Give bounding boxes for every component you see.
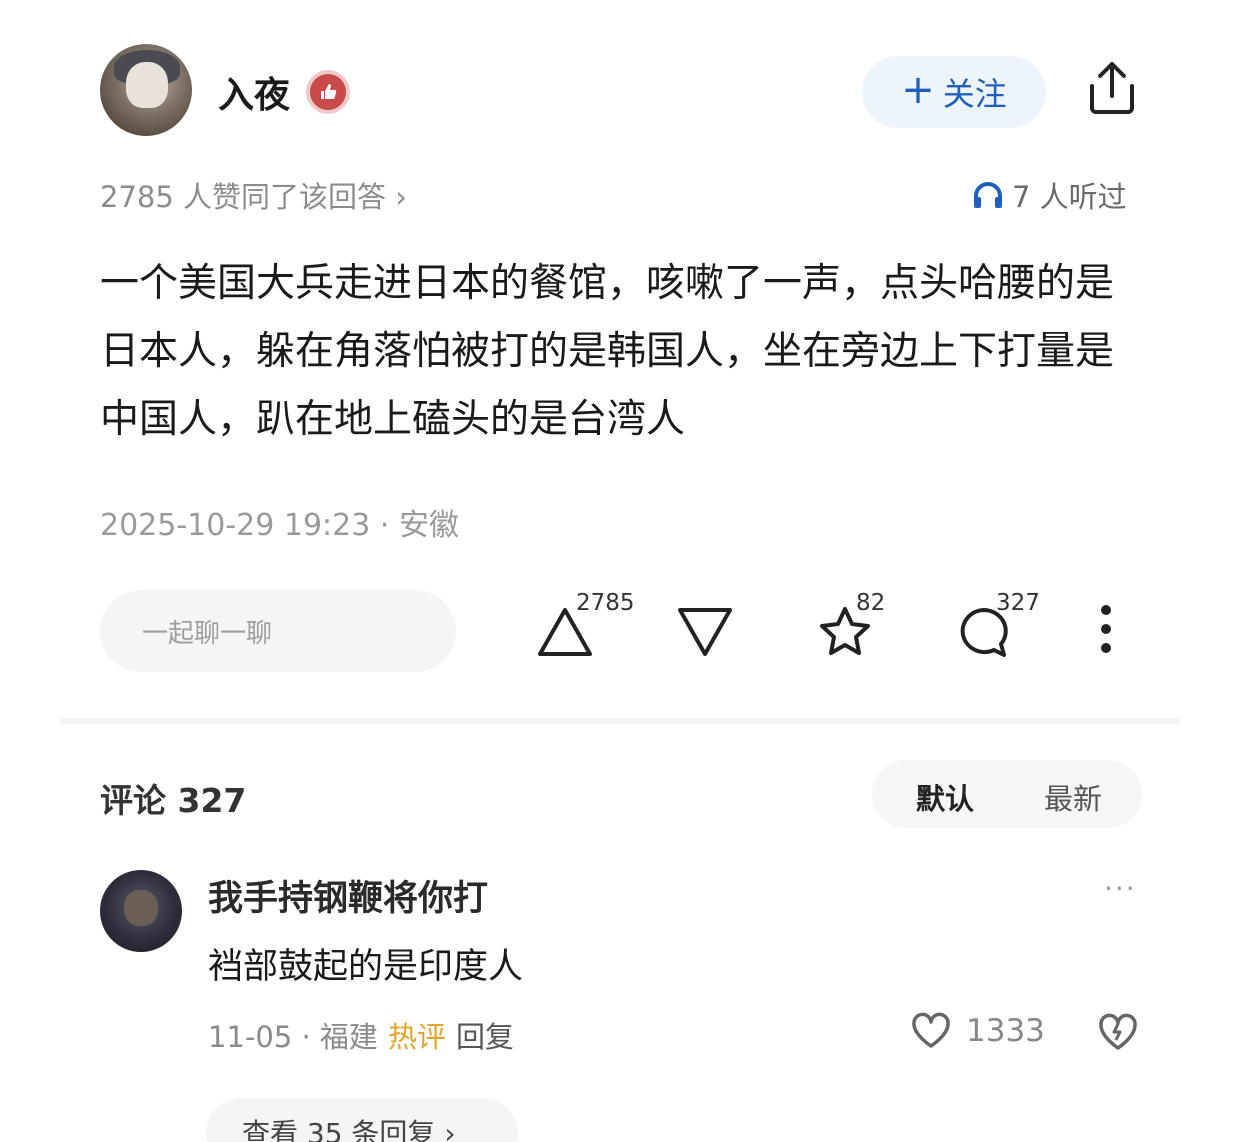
comment-date-location: 11-05 · 福建	[208, 1020, 378, 1054]
comment-username[interactable]: 我手持钢鞭将你打	[208, 870, 488, 921]
post-meta: 2025-10-29 19:23 · 安徽	[100, 508, 459, 543]
headphone-icon	[974, 182, 1002, 208]
sort-default-tab[interactable]: 默认	[916, 776, 974, 818]
reply-button[interactable]: 回复	[456, 1014, 514, 1056]
view-replies-button[interactable]: 查看 35 条回复 ›	[206, 1098, 518, 1142]
listened-count[interactable]: 7 人听过	[972, 174, 1127, 216]
share-icon[interactable]	[1084, 58, 1140, 118]
comment-like-count: 1333	[966, 1013, 1045, 1049]
heart-icon	[912, 1012, 950, 1048]
author-avatar[interactable]	[100, 44, 192, 136]
sort-latest-tab[interactable]: 最新	[1044, 776, 1102, 818]
comment-more-icon[interactable]: ···	[1104, 872, 1137, 905]
plus-icon: +	[901, 67, 935, 113]
broken-heart-icon[interactable]	[1096, 1012, 1140, 1052]
chat-input[interactable]: 一起聊一聊	[100, 590, 456, 672]
comment-count: 327	[996, 590, 1040, 616]
comment-text: 裆部鼓起的是印度人	[208, 947, 524, 987]
favorite-count: 82	[856, 590, 886, 616]
comment-avatar[interactable]	[100, 870, 182, 952]
comment-meta: 11-05 · 福建 热评 回复	[208, 1014, 514, 1056]
author-name[interactable]: 入夜	[218, 66, 290, 118]
agree-count-link[interactable]: 2785 人赞同了该回答 ›	[100, 174, 407, 216]
follow-button[interactable]: + 关注	[862, 56, 1046, 128]
comment-like-button[interactable]: 1333	[910, 1012, 1045, 1050]
hot-comment-badge: 热评	[387, 1020, 446, 1054]
more-vertical-icon[interactable]	[1096, 604, 1116, 654]
answer-content: 一个美国大兵走进日本的餐馆，咳嗽了一声，点头哈腰的是日本人，躲在角落怕被打的是韩…	[100, 261, 1115, 442]
upvote-count: 2785	[576, 590, 635, 616]
thumb-up-badge-icon	[306, 70, 350, 114]
listened-text: 7 人听过	[1012, 180, 1127, 214]
downvote-icon[interactable]	[676, 604, 734, 660]
section-divider	[60, 718, 1180, 724]
comments-title: 评论 327	[100, 781, 247, 820]
follow-label: 关注	[942, 75, 1007, 113]
